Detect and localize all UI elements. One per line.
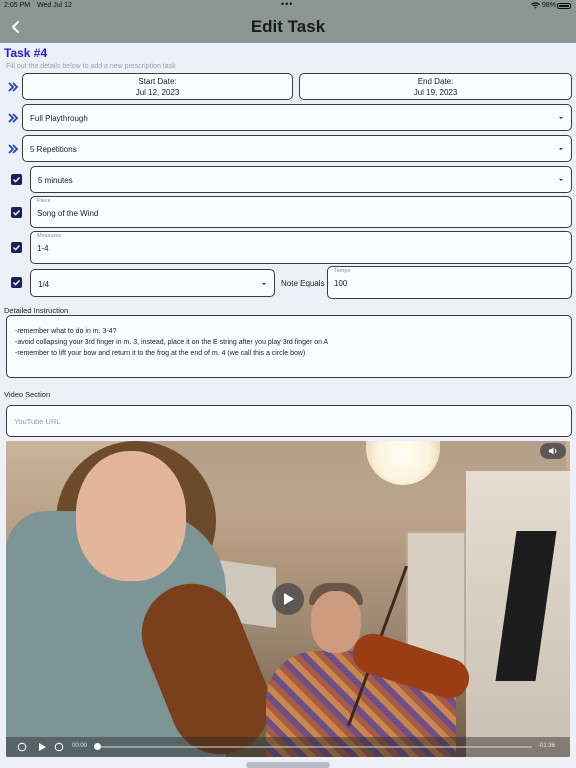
piece-field[interactable]: Piece Song of the Wind [30, 196, 572, 228]
measures-checkbox[interactable] [11, 242, 22, 253]
youtube-url-input[interactable]: YouTube URL [6, 405, 572, 437]
checkmark-icon [13, 280, 21, 286]
dropdown-caret-icon [559, 117, 563, 119]
tempo-field-value: 100 [334, 279, 348, 288]
play-icon [284, 593, 294, 605]
home-indicator[interactable] [246, 762, 330, 768]
dropdown-caret-icon [559, 179, 563, 181]
tempo-field-label: Tempo [334, 268, 351, 274]
playthrough-select[interactable]: Full Playthrough [22, 104, 572, 131]
end-date-picker[interactable]: End Date: Jul 19, 2023 [299, 73, 572, 100]
video-controls-bar: 00:00 -01:36 [6, 737, 570, 757]
video-player[interactable]: 00:00 -01:36 [6, 441, 570, 757]
skip-forward-icon[interactable] [54, 742, 64, 752]
video-progress-track[interactable] [96, 746, 532, 748]
skip-back-icon[interactable] [17, 742, 27, 752]
piece-checkbox[interactable] [11, 207, 22, 218]
note-value-select-value: 1/4 [38, 280, 50, 289]
repetitions-select[interactable]: 5 Repetitions [22, 135, 572, 162]
duration-select[interactable]: 5 minutes [30, 166, 572, 193]
status-date: Wed Jul 12 [37, 2, 72, 9]
duration-select-value: 5 minutes [38, 176, 73, 185]
page-title: Edit Task [250, 17, 326, 36]
instruction-line: -remember what to do in m. 3-4? [15, 328, 117, 335]
status-bar: 2:05 PM Wed Jul 12 ••• 98% [0, 0, 576, 12]
play-small-icon[interactable] [37, 742, 47, 752]
duration-checkbox[interactable] [11, 174, 22, 185]
start-date-value: Jul 12, 2023 [135, 88, 180, 97]
instruction-line: -avoid collapsing your 3rd finger in m. … [15, 339, 329, 346]
tempo-checkbox[interactable] [11, 277, 22, 288]
video-time-elapsed: 00:00 [72, 743, 88, 749]
playthrough-select-value: Full Playthrough [30, 114, 88, 123]
end-date-value: Jul 19, 2023 [413, 88, 458, 97]
checkmark-icon [13, 210, 21, 216]
battery-percent: 98% [542, 2, 557, 9]
instruction-textarea[interactable]: -remember what to do in m. 3-4? -avoid c… [6, 315, 572, 378]
tempo-field[interactable]: Tempo 100 [327, 266, 572, 299]
wifi-icon [531, 2, 540, 9]
measures-field-value: 1-4 [37, 244, 49, 253]
nav-bar: Edit Task [0, 12, 576, 43]
repetitions-select-value: 5 Repetitions [30, 145, 77, 154]
task-title: Task #4 [4, 46, 48, 60]
instruction-line: -remember to lift your bow and return it… [15, 350, 306, 357]
measures-field[interactable]: Measures 1-4 [30, 231, 572, 264]
video-frame-person [311, 591, 361, 653]
battery-icon [557, 3, 571, 9]
play-button[interactable] [272, 583, 304, 615]
start-date-picker[interactable]: Start Date: Jul 12, 2023 [22, 73, 293, 100]
piece-field-label: Piece [37, 198, 51, 204]
dropdown-caret-icon [559, 148, 563, 150]
checkmark-icon [13, 245, 21, 251]
task-subtitle: Fill out the details below to add a new … [6, 63, 176, 70]
piece-field-value: Song of the Wind [37, 209, 99, 218]
note-equals-label: Note Equals [281, 279, 325, 288]
speaker-icon [549, 447, 557, 455]
double-chevron-icon [8, 82, 19, 92]
video-time-remaining: -01:36 [538, 743, 556, 749]
multitasking-dots-icon[interactable]: ••• [281, 0, 293, 9]
double-chevron-icon [8, 144, 19, 154]
youtube-url-placeholder: YouTube URL [14, 417, 61, 426]
video-scrubber-knob[interactable] [94, 743, 101, 750]
double-chevron-icon [8, 113, 19, 123]
dropdown-caret-icon [262, 283, 266, 285]
start-date-label: Start Date: [138, 77, 177, 86]
instruction-section-label: Detailed Instruction [4, 306, 69, 315]
measures-field-label: Measures [37, 233, 62, 239]
checkmark-icon [13, 177, 21, 183]
status-time: 2:05 PM [4, 2, 31, 9]
video-frame-person [76, 451, 186, 581]
end-date-label: End Date: [417, 77, 454, 86]
note-value-select[interactable]: 1/4 [30, 269, 275, 297]
speaker-button[interactable] [540, 443, 566, 459]
video-section-label: Video Section [4, 390, 51, 399]
